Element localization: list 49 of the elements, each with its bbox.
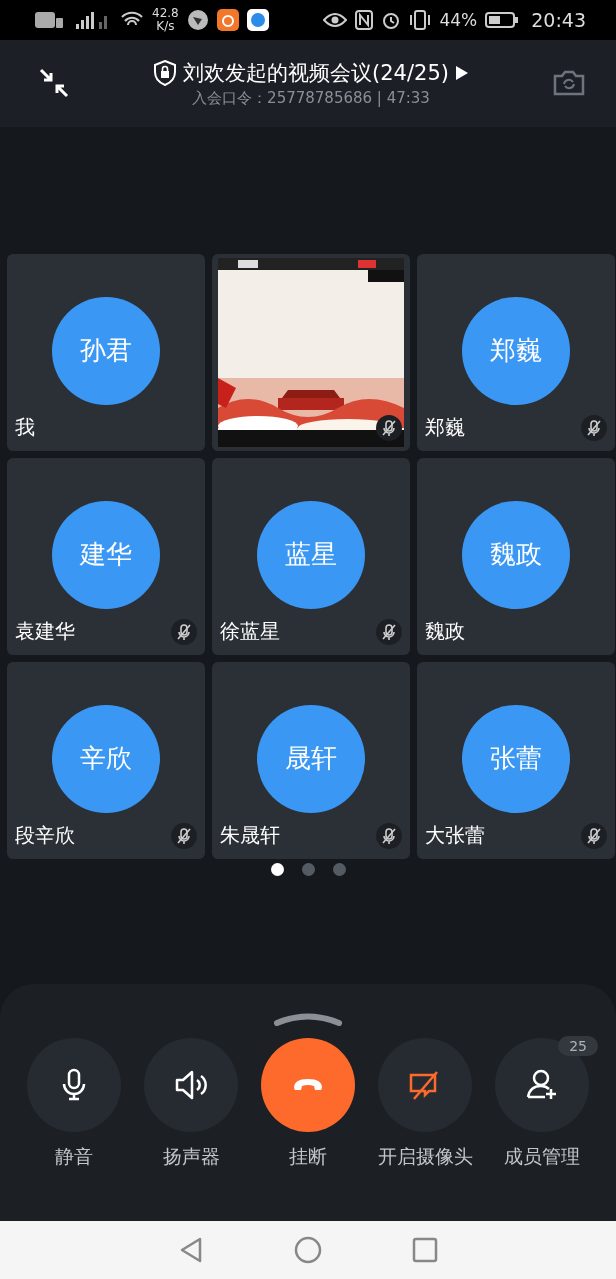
participant-tile[interactable]: 蓝星 徐蓝星: [212, 457, 410, 655]
participant-tile[interactable]: 辛欣 段辛欣: [7, 661, 205, 859]
battery-icon: [485, 10, 520, 29]
participant-name: 段辛欣: [15, 821, 75, 849]
globe-icon: [246, 8, 269, 31]
participant-name: 袁建华: [15, 617, 75, 645]
participant-tile[interactable]: 孙君 我: [7, 253, 205, 451]
recents-icon[interactable]: [412, 1236, 438, 1263]
participant-tile[interactable]: 晟轩 朱晟轩: [212, 661, 410, 859]
collapse-icon[interactable]: [38, 67, 70, 99]
avatar: 蓝星: [257, 500, 365, 609]
app-icon: [216, 8, 239, 31]
participant-name: 徐蓝星: [220, 617, 280, 645]
network-speed-unit: K/s: [156, 19, 175, 33]
nfc-icon: [355, 9, 374, 30]
meeting-title: 刘欢发起的视频会议(24/25): [183, 59, 449, 87]
eye-icon: [323, 10, 348, 29]
participant-name: 魏政: [425, 617, 465, 645]
participant-tile[interactable]: 建华 袁建华: [7, 457, 205, 655]
page-dot[interactable]: [270, 862, 284, 876]
expand-handle-icon[interactable]: [273, 1011, 343, 1026]
avatar: 辛欣: [52, 704, 160, 813]
lock-shield-icon: [153, 59, 178, 86]
participant-tile[interactable]: 魏政 魏政: [417, 457, 615, 655]
meeting-info: 入会口令：25778785686 | 47:33: [192, 88, 430, 108]
network-speed: 42.8: [152, 6, 179, 20]
clock-time: 20:43: [531, 8, 586, 31]
vibrate-icon: [409, 9, 432, 30]
participant-name: 郑巍: [425, 413, 465, 441]
avatar: 张蕾: [462, 704, 570, 813]
participant-name: 大张蕾: [425, 821, 485, 849]
avatar: 郑巍: [462, 296, 570, 405]
participant-name: 我: [15, 413, 35, 441]
participant-name: 朱晟轩: [220, 821, 280, 849]
member-count-badge: 25: [558, 1035, 598, 1056]
page-dot[interactable]: [332, 862, 346, 876]
avatar: 孙君: [52, 296, 160, 405]
home-icon[interactable]: [294, 1235, 322, 1264]
battery-percent: 44%: [439, 9, 478, 30]
phone-icon: [293, 1078, 323, 1091]
avatar: 建华: [52, 500, 160, 609]
participant-tile[interactable]: 郑巍 郑巍: [417, 253, 615, 451]
avatar: 魏政: [462, 500, 570, 609]
avatar: 晟轩: [257, 704, 365, 813]
back-icon[interactable]: [178, 1235, 204, 1264]
switch-camera-icon[interactable]: [552, 69, 586, 97]
play-icon[interactable]: [454, 64, 469, 81]
participant-tile[interactable]: 张蕾 大张蕾: [417, 661, 615, 859]
page-dot[interactable]: [301, 862, 315, 876]
